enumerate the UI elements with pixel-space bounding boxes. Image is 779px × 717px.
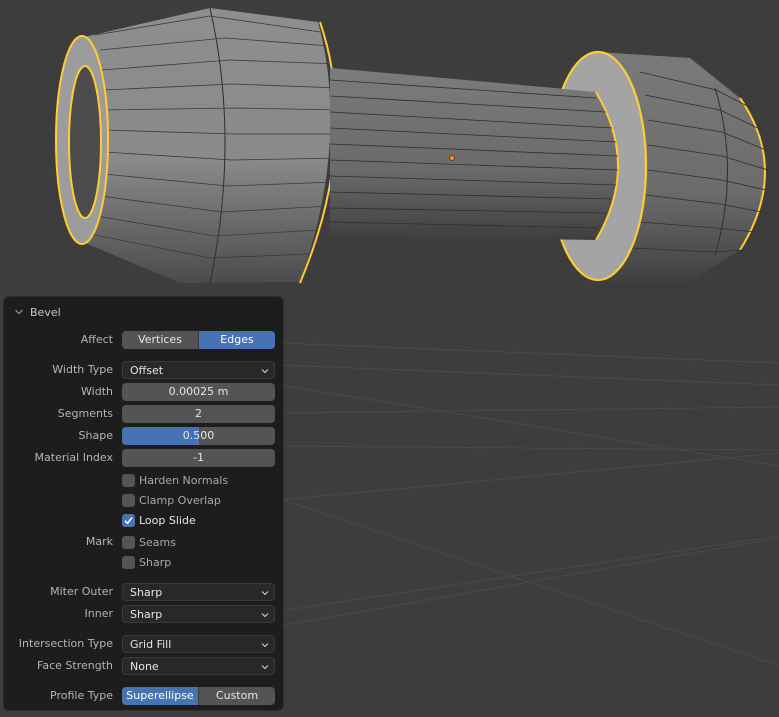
- chevron-down-icon: [261, 369, 269, 374]
- checkbox-box: [122, 493, 135, 507]
- affect-label: Affect: [80, 333, 113, 346]
- profile-superellipse-button[interactable]: Superellipse: [122, 687, 198, 705]
- intersection-type-label: Intersection Type: [18, 637, 113, 650]
- floor-grid: [279, 342, 779, 667]
- miter-outer-dropdown[interactable]: Sharp: [122, 583, 275, 601]
- width-type-value: Offset: [130, 364, 164, 377]
- mark-seams-row: Mark Seams: [4, 533, 283, 551]
- checkbox-box: [122, 535, 135, 549]
- face-strength-row: Face Strength None: [4, 657, 283, 675]
- clamp-overlap-label: Clamp Overlap: [139, 493, 221, 507]
- profile-custom-button[interactable]: Custom: [198, 687, 275, 705]
- affect-toggle: Vertices Edges: [122, 331, 275, 349]
- miter-inner-label: Inner: [84, 607, 113, 620]
- profile-type-toggle: Superellipse Custom: [122, 687, 275, 705]
- shape-value: 0.500: [182, 429, 215, 442]
- panel-header[interactable]: Bevel: [14, 304, 61, 320]
- face-strength-value: None: [130, 660, 159, 673]
- mesh-right-cap: [329, 50, 769, 282]
- width-type-label: Width Type: [52, 363, 113, 376]
- loop-slide-row: Loop Slide: [4, 511, 283, 529]
- miter-outer-label: Miter Outer: [50, 585, 113, 598]
- origin-dot: [449, 155, 455, 161]
- affect-row: Affect Vertices Edges: [4, 331, 283, 349]
- checkbox-box-checked: [122, 513, 135, 527]
- material-index-label: Material Index: [34, 451, 113, 464]
- loop-slide-label: Loop Slide: [139, 513, 196, 527]
- affect-vertices-button[interactable]: Vertices: [122, 331, 198, 349]
- mesh-left-cylinder: [55, 7, 343, 284]
- material-index-row: Material Index -1: [4, 449, 283, 467]
- harden-normals-label: Harden Normals: [139, 473, 229, 487]
- mark-sharp-row: Sharp: [4, 553, 283, 571]
- width-type-row: Width Type Offset: [4, 361, 283, 379]
- mark-sharp-label: Sharp: [139, 555, 172, 569]
- segments-field[interactable]: 2: [122, 405, 275, 423]
- profile-type-row: Profile Type Superellipse Custom: [4, 687, 283, 705]
- face-strength-label: Face Strength: [37, 659, 113, 672]
- material-index-value: -1: [193, 451, 204, 464]
- segments-value: 2: [195, 407, 202, 420]
- chevron-down-icon: [261, 643, 269, 648]
- chevron-down-icon: [261, 665, 269, 670]
- segments-row: Segments 2: [4, 405, 283, 423]
- segments-label: Segments: [57, 407, 113, 420]
- mark-seams-checkbox[interactable]: Seams: [122, 533, 176, 551]
- miter-outer-row: Miter Outer Sharp: [4, 583, 283, 601]
- shape-slider[interactable]: 0.500: [122, 427, 275, 445]
- bevel-operator-panel: Bevel Affect Vertices Edges Width Type O…: [4, 297, 283, 710]
- mark-seams-label: Seams: [139, 535, 176, 549]
- intersection-type-dropdown[interactable]: Grid Fill: [122, 635, 275, 653]
- shape-row: Shape 0.500: [4, 427, 283, 445]
- checkbox-box: [122, 555, 135, 569]
- loop-slide-checkbox[interactable]: Loop Slide: [122, 511, 196, 529]
- width-label: Width: [81, 385, 113, 398]
- width-type-dropdown[interactable]: Offset: [122, 361, 275, 379]
- checkmark-icon: [124, 516, 133, 525]
- width-row: Width 0.00025 m: [4, 383, 283, 401]
- panel-title: Bevel: [30, 305, 61, 319]
- chevron-down-icon: [261, 613, 269, 618]
- material-index-field[interactable]: -1: [122, 449, 275, 467]
- miter-inner-dropdown[interactable]: Sharp: [122, 605, 275, 623]
- intersection-type-value: Grid Fill: [130, 638, 172, 651]
- miter-inner-row: Inner Sharp: [4, 605, 283, 623]
- profile-type-label: Profile Type: [50, 689, 113, 702]
- shape-label: Shape: [78, 429, 113, 442]
- harden-normals-row: Harden Normals: [4, 471, 283, 489]
- width-field[interactable]: 0.00025 m: [122, 383, 275, 401]
- clamp-overlap-row: Clamp Overlap: [4, 491, 283, 509]
- checkbox-box: [122, 473, 135, 487]
- miter-outer-value: Sharp: [130, 586, 163, 599]
- mark-sharp-checkbox[interactable]: Sharp: [122, 553, 171, 571]
- miter-inner-value: Sharp: [130, 608, 163, 621]
- chevron-down-icon: [14, 307, 24, 317]
- mark-label: Mark: [85, 535, 113, 548]
- harden-normals-checkbox[interactable]: Harden Normals: [122, 471, 228, 489]
- width-value: 0.00025 m: [168, 385, 229, 398]
- clamp-overlap-checkbox[interactable]: Clamp Overlap: [122, 491, 221, 509]
- face-strength-dropdown[interactable]: None: [122, 657, 275, 675]
- affect-edges-button[interactable]: Edges: [198, 331, 275, 349]
- chevron-down-icon: [261, 591, 269, 596]
- intersection-type-row: Intersection Type Grid Fill: [4, 635, 283, 653]
